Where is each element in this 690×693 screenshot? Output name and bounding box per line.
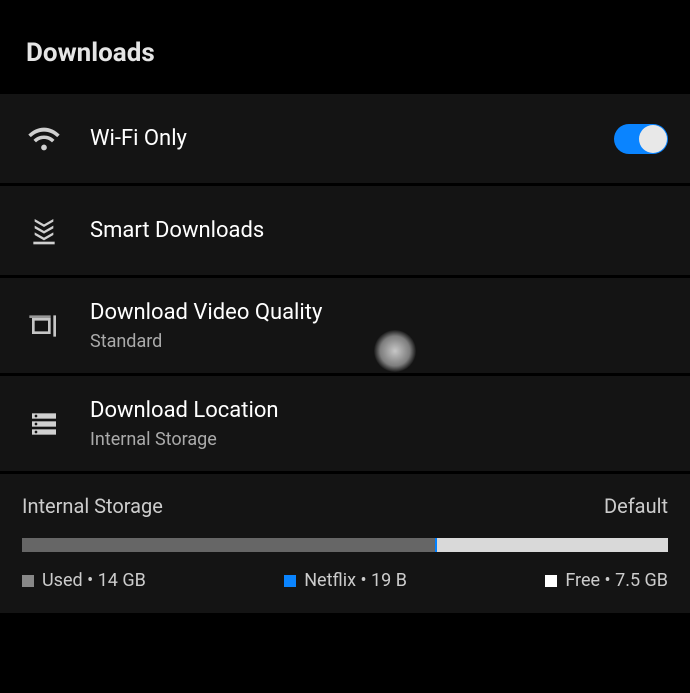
- storage-title: Internal Storage: [22, 494, 163, 518]
- section-header-downloads: Downloads: [0, 0, 690, 94]
- row-download-quality[interactable]: Download Video Quality Standard: [0, 278, 690, 376]
- label-wifi-only: Wi-Fi Only: [90, 126, 614, 151]
- value-download-quality: Standard: [90, 331, 668, 352]
- swatch-free: [545, 575, 557, 587]
- storage-icon: [22, 402, 66, 446]
- legend-used-text: Used • 14 GB: [42, 570, 146, 591]
- storage-summary: Internal Storage Default Used • 14 GB Ne…: [0, 474, 690, 613]
- storage-bar: [22, 538, 668, 552]
- label-download-quality: Download Video Quality: [90, 300, 668, 325]
- storage-badge-default: Default: [604, 494, 668, 518]
- video-quality-icon: [22, 304, 66, 348]
- legend-free: Free • 7.5 GB: [545, 570, 668, 591]
- row-download-location[interactable]: Download Location Internal Storage: [0, 376, 690, 474]
- wifi-icon: [22, 117, 66, 161]
- legend-used: Used • 14 GB: [22, 570, 146, 591]
- legend-free-text: Free • 7.5 GB: [565, 570, 668, 591]
- legend-netflix-text: Netflix • 19 B: [304, 570, 407, 591]
- smart-download-icon: [22, 209, 66, 253]
- row-smart-downloads[interactable]: Smart Downloads: [0, 186, 690, 278]
- swatch-used: [22, 575, 34, 587]
- bar-segment-used: [22, 538, 435, 552]
- row-wifi-only[interactable]: Wi-Fi Only: [0, 94, 690, 186]
- toggle-knob: [639, 125, 667, 153]
- toggle-wifi-only[interactable]: [614, 124, 668, 154]
- label-download-location: Download Location: [90, 398, 668, 423]
- bar-segment-free: [437, 538, 668, 552]
- legend-netflix: Netflix • 19 B: [284, 570, 407, 591]
- value-download-location: Internal Storage: [90, 429, 668, 450]
- label-smart-downloads: Smart Downloads: [90, 218, 668, 243]
- swatch-netflix: [284, 575, 296, 587]
